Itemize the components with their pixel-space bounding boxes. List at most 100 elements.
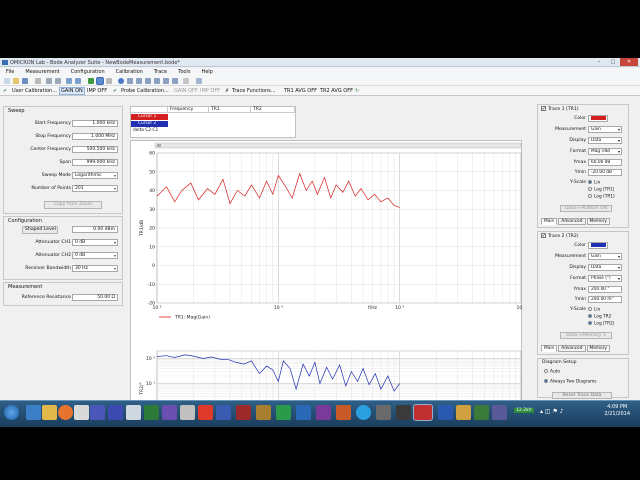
user-calibration-button[interactable]: User Calibration...	[12, 88, 57, 94]
tr2-avg-button[interactable]: TR2 AVG OFF	[320, 88, 353, 94]
ie-icon[interactable]	[26, 405, 41, 420]
trace2-format-select[interactable]: Phase (°)	[588, 275, 622, 282]
app-icon-6[interactable]	[180, 405, 195, 420]
menu-tools[interactable]: Tools	[178, 68, 190, 76]
imp-off-button-1[interactable]: IMP OFF	[87, 88, 107, 94]
app-icon-7[interactable]	[198, 405, 213, 420]
gain-off-button[interactable]: GAIN OFF	[174, 88, 198, 94]
trace2-tab-memory[interactable]: Memory	[586, 345, 610, 352]
cursor-1-row[interactable]: Cursor 1	[131, 114, 168, 120]
app-icon-5[interactable]	[162, 405, 177, 420]
receiver-bandwidth-select[interactable]: 30 Hz	[72, 265, 118, 272]
labview-icon[interactable]	[90, 405, 105, 420]
app-icon-9[interactable]	[236, 405, 251, 420]
fit-icon[interactable]	[163, 78, 169, 84]
app-icon-10[interactable]	[256, 405, 271, 420]
trace2-tab-main[interactable]: Main	[541, 345, 558, 352]
trace1-ymin-input[interactable]: -20.00 dB	[588, 169, 622, 176]
new-icon[interactable]	[4, 78, 10, 84]
trace2-data-button[interactable]: Data->Memory 1	[560, 332, 612, 339]
trace2-measurement-select[interactable]: Gain	[588, 253, 622, 260]
menu-measurement[interactable]: Measurement	[25, 68, 59, 76]
trace1-display-select[interactable]: Data	[588, 137, 622, 144]
explorer-icon[interactable]	[42, 405, 57, 420]
app-icon-21[interactable]	[492, 405, 507, 420]
copy-icon[interactable]	[46, 78, 52, 84]
stop-frequency-input[interactable]: 1.000 MHz	[72, 133, 118, 140]
trace1-format-select[interactable]: Mag (dB)	[588, 148, 622, 155]
level-input[interactable]: 0.00 dBm	[72, 226, 118, 233]
trace1-data-button[interactable]: Data->POWER ON	[560, 205, 612, 212]
trace2-ymin-input[interactable]: 200.00 m°	[588, 296, 622, 303]
tray-icons[interactable]: ▴ ◫ ⚑ ♪	[540, 408, 564, 415]
app-icon-12[interactable]	[296, 405, 311, 420]
marker-icon[interactable]	[136, 78, 142, 84]
trace2-checkbox[interactable]: ✔	[541, 233, 546, 238]
trace2-ymax-input[interactable]: 200.00 °	[588, 286, 622, 293]
word-icon[interactable]	[438, 405, 453, 420]
trace1-yscale-lin[interactable]: Lin	[588, 180, 600, 186]
menu-calibration[interactable]: Calibration	[116, 68, 143, 76]
bode-analyzer-taskbar-icon[interactable]	[413, 404, 433, 421]
plots-svg[interactable]: 6050403020100-10-2010 ³10 ⁴10 ⁵10 ⁶f/HzT…	[131, 141, 526, 427]
refresh-icon[interactable]: ↻	[355, 88, 359, 94]
menu-file[interactable]: File	[6, 68, 14, 76]
app-icon-19[interactable]	[456, 405, 471, 420]
diagram-auto-radio[interactable]: Auto	[544, 369, 560, 375]
paste-icon[interactable]	[55, 78, 61, 84]
app-icon-20[interactable]	[474, 405, 489, 420]
play-icon[interactable]	[88, 78, 94, 84]
clock[interactable]: 4:09 PM 2/21/2014	[604, 404, 630, 418]
diagram-always-two-radio[interactable]: Always Two Diagrams	[544, 379, 597, 385]
grid-icon[interactable]	[145, 78, 151, 84]
app-icon-14[interactable]	[336, 405, 351, 420]
firefox-icon[interactable]	[58, 405, 73, 420]
skype-icon[interactable]	[356, 405, 371, 420]
trace2-tab-advanced[interactable]: Advanced	[558, 345, 586, 352]
app-icon-4[interactable]	[144, 405, 159, 420]
trace2-color-swatch[interactable]	[588, 242, 608, 249]
imp-off-button-2[interactable]: IMP OFF	[200, 88, 220, 94]
close-button[interactable]: ✕	[620, 58, 638, 66]
save-icon[interactable]	[22, 78, 28, 84]
trace-functions-button[interactable]: Trace Functions...	[232, 88, 276, 94]
trace1-yscale-log[interactable]: Log (TR1)	[588, 194, 615, 200]
start-button-icon[interactable]	[4, 405, 19, 420]
reference-resistance-input[interactable]: 50.00 Ω	[72, 294, 118, 301]
help-icon[interactable]	[196, 78, 202, 84]
menu-configuration[interactable]: Configuration	[71, 68, 105, 76]
app-icon-3[interactable]	[126, 405, 141, 420]
trace1-ymax-input[interactable]: 60.00 dB	[588, 159, 622, 166]
copy-from-zoom-button[interactable]: Copy from Zoom	[44, 201, 102, 209]
trace1-tab-memory[interactable]: Memory	[586, 218, 610, 225]
undo-icon[interactable]	[66, 78, 72, 84]
zoom-icon[interactable]	[118, 78, 124, 84]
menu-help[interactable]: Help	[201, 68, 212, 76]
attenuator-ch2-select[interactable]: 0 dB	[72, 252, 118, 259]
app-icon-17[interactable]	[396, 405, 411, 420]
start-frequency-input[interactable]: 1.000 kHz	[72, 120, 118, 127]
reset-trace-data-button[interactable]: Reset Trace Data	[552, 392, 612, 399]
trace1-yscale-log-abs[interactable]: Log |TR1|	[588, 187, 614, 193]
span-input[interactable]: 999.000 kHz	[72, 159, 118, 166]
trace1-tab-advanced[interactable]: Advanced	[558, 218, 586, 225]
gain-on-button[interactable]: GAIN ON	[59, 87, 85, 95]
attenuator-ch1-select[interactable]: 0 dB	[72, 239, 118, 246]
open-icon[interactable]	[13, 78, 19, 84]
menu-trace[interactable]: Trace	[154, 68, 167, 76]
probe-calibration-button[interactable]: Probe Calibration...	[121, 88, 169, 94]
app-icon-11[interactable]	[276, 405, 291, 420]
cursor-2-row[interactable]: Cursor 2	[131, 121, 168, 127]
trace2-yscale-log[interactable]: Log TR2	[588, 314, 611, 320]
trace2-yscale-log-abs[interactable]: Log |TR2|	[588, 321, 614, 327]
center-frequency-input[interactable]: 500.500 kHz	[72, 146, 118, 153]
sweep-mode-select[interactable]: Logarithmic	[72, 172, 118, 179]
app-icon-2[interactable]	[108, 405, 123, 420]
minimize-button[interactable]: –	[592, 58, 606, 66]
chart-icon[interactable]	[172, 78, 178, 84]
settings-icon[interactable]	[183, 78, 189, 84]
print-icon[interactable]	[35, 78, 41, 84]
redo-icon[interactable]	[75, 78, 81, 84]
app-icon-8[interactable]	[216, 405, 231, 420]
trace1-checkbox[interactable]: ✔	[541, 106, 546, 111]
